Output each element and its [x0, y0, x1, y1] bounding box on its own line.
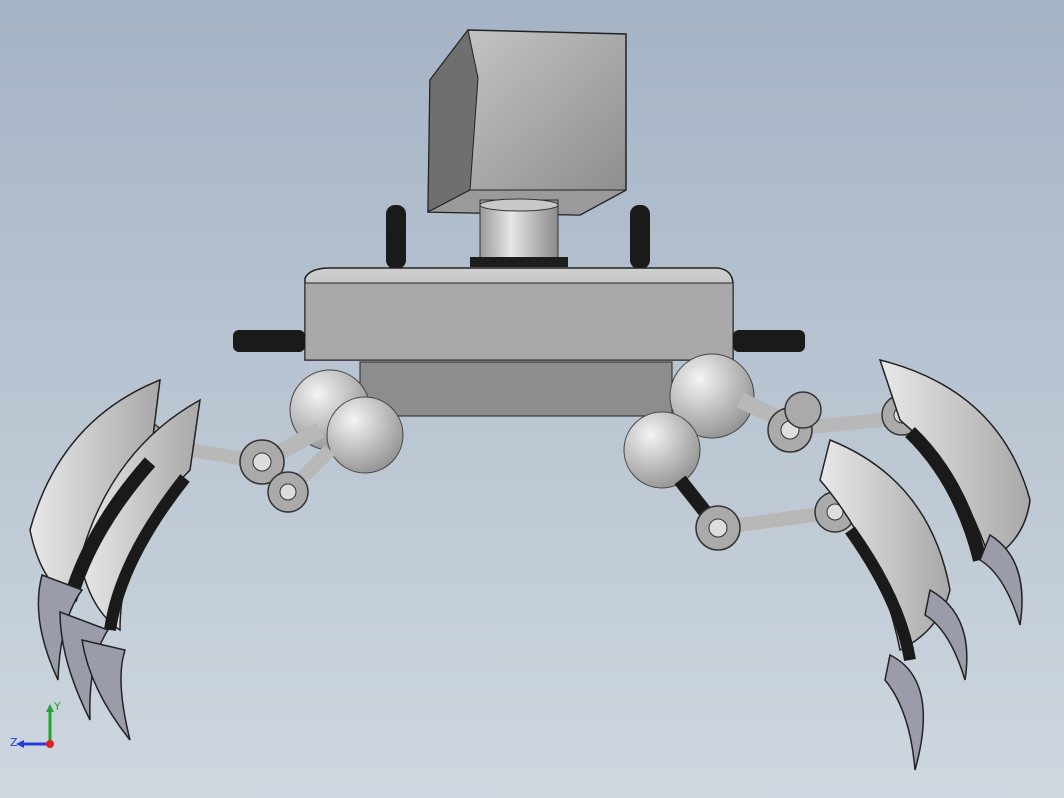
y-axis-arrowhead	[46, 704, 54, 712]
cad-viewport[interactable]: Y Z	[0, 0, 1064, 798]
orientation-triad[interactable]: Y Z	[8, 698, 68, 758]
z-axis-label: Z	[10, 736, 18, 749]
left-claw-group[interactable]	[29, 378, 201, 741]
gripper-model[interactable]	[0, 0, 1064, 798]
y-axis-label: Y	[53, 700, 61, 713]
camera-module[interactable]	[427, 28, 627, 216]
mount-shaft	[470, 198, 568, 267]
x-axis-dot	[46, 740, 54, 748]
